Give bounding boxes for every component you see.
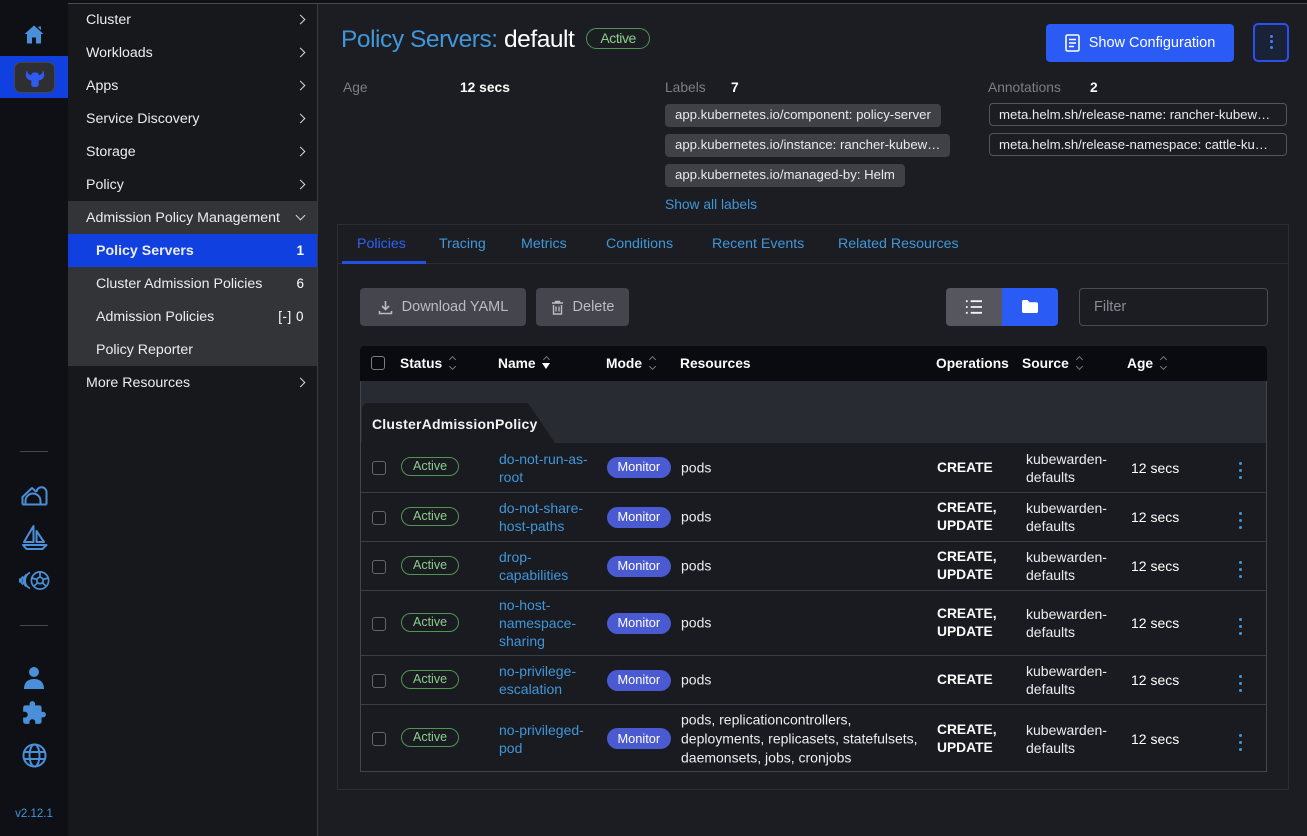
svg-text:ClusterAdmissionPolicy: ClusterAdmissionPolicy: [372, 416, 537, 432]
